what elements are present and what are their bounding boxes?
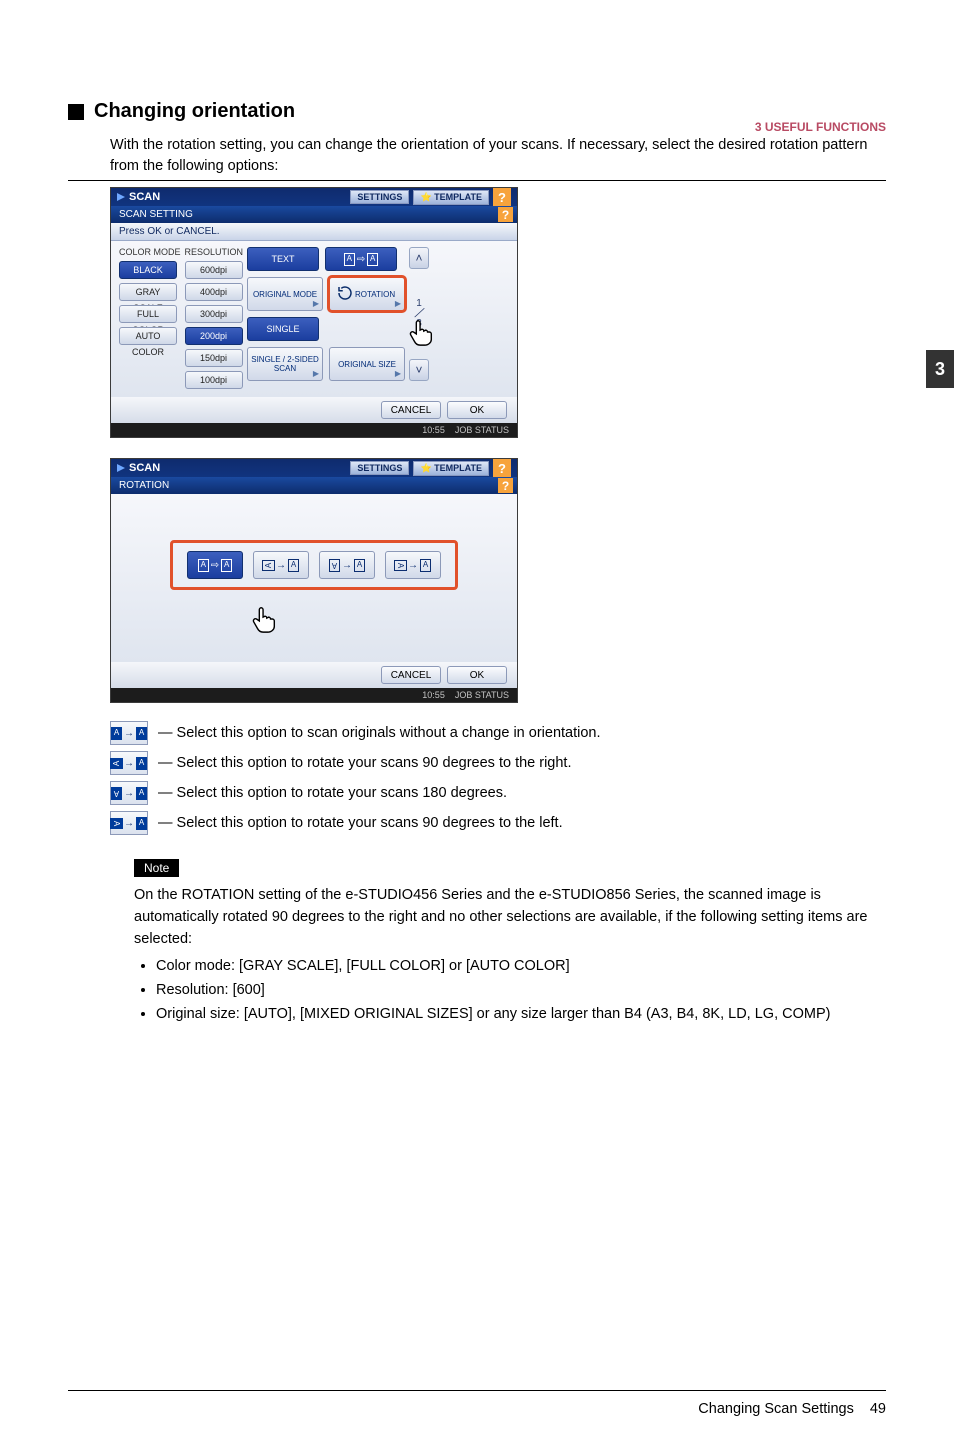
- color-mode-grayscale[interactable]: GRAY SCALE: [119, 283, 177, 301]
- color-mode-autocolor[interactable]: AUTO COLOR: [119, 327, 177, 345]
- help-icon[interactable]: ?: [493, 188, 511, 206]
- settings-button[interactable]: SETTINGS: [350, 461, 409, 475]
- chapter-header: 3 USEFUL FUNCTIONS: [755, 120, 886, 134]
- dialog-footer: CANCEL OK: [111, 397, 517, 423]
- instruction-text: Press OK or CANCEL.: [111, 223, 517, 241]
- page-scroll: ˄ 1╱3 ˅: [409, 247, 429, 389]
- chapter-tab: 3: [926, 350, 954, 388]
- window-titlebar: SCAN SETTINGS ⭐ TEMPLATE ?: [111, 459, 517, 477]
- job-status-button[interactable]: JOB STATUS: [455, 425, 509, 435]
- screenshot-rotation: SCAN SETTINGS ⭐ TEMPLATE ? ROTATION ? A⇨…: [110, 458, 518, 703]
- note-bullet-2: Resolution: [600]: [156, 980, 886, 1002]
- page-footer: Changing Scan Settings 49: [68, 1390, 886, 1417]
- legend-icon-none: A→A: [110, 721, 148, 745]
- legend-text-180: — Select this option to rotate your scan…: [158, 785, 507, 801]
- scroll-down-button[interactable]: ˅: [409, 359, 429, 381]
- scroll-up-button[interactable]: ˄: [409, 247, 429, 269]
- legend-icon-90r: A→A: [110, 751, 148, 775]
- note-bullet-3: Original size: [AUTO], [MIXED ORIGINAL S…: [156, 1004, 886, 1026]
- scan-arrow-icon: [117, 193, 125, 201]
- rotation-preview[interactable]: A⇨A: [325, 247, 397, 271]
- window-titlebar: SCAN SETTINGS ⭐ TEMPLATE ?: [111, 188, 517, 206]
- screenshot-scan-setting: SCAN SETTINGS ⭐ TEMPLATE ? SCAN SETTING …: [110, 187, 518, 438]
- rotation-90-left[interactable]: A→A: [385, 551, 441, 579]
- help-icon[interactable]: ?: [498, 478, 513, 493]
- status-time: 10:55: [422, 690, 445, 700]
- status-bar: 10:55 JOB STATUS: [111, 423, 517, 437]
- window-subtitle-bar: SCAN SETTING ?: [111, 206, 517, 223]
- text-button[interactable]: TEXT: [247, 247, 319, 271]
- single-button[interactable]: SINGLE: [247, 317, 319, 341]
- rotation-button[interactable]: ROTATION▶: [329, 277, 405, 311]
- pointer-hand-icon: [249, 604, 279, 634]
- single-2sided-button[interactable]: SINGLE / 2-SIDED SCAN▶: [247, 347, 323, 381]
- legend-icon-180: A→A: [110, 781, 148, 805]
- section-title-text: Changing orientation: [94, 100, 295, 123]
- note-body: On the ROTATION setting of the e-STUDIO4…: [134, 885, 886, 950]
- rotation-none[interactable]: A⇨A: [187, 551, 243, 579]
- original-size-button[interactable]: ORIGINAL SIZE▶: [329, 347, 405, 381]
- legend-text-90r: — Select this option to rotate your scan…: [158, 755, 571, 771]
- settings-button[interactable]: SETTINGS: [350, 190, 409, 204]
- page-indicator: 1╱3: [416, 299, 422, 329]
- cancel-button[interactable]: CANCEL: [381, 401, 441, 419]
- resolution-300[interactable]: 300dpi: [185, 305, 243, 323]
- resolution-400[interactable]: 400dpi: [185, 283, 243, 301]
- window-title: SCAN: [129, 462, 160, 474]
- color-mode-black[interactable]: BLACK: [119, 261, 177, 279]
- resolution-200[interactable]: 200dpi: [185, 327, 243, 345]
- resolution-150[interactable]: 150dpi: [185, 349, 243, 367]
- legend-text-90l: — Select this option to rotate your scan…: [158, 815, 563, 831]
- help-icon[interactable]: ?: [498, 207, 513, 222]
- job-status-button[interactable]: JOB STATUS: [455, 690, 509, 700]
- color-mode-label: COLOR MODE: [119, 247, 181, 257]
- rotation-legend: A→A — Select this option to scan origina…: [110, 721, 886, 835]
- template-button[interactable]: ⭐ TEMPLATE: [413, 190, 489, 205]
- section-intro: With the rotation setting, you can chang…: [110, 135, 886, 177]
- rotation-90-right[interactable]: A→A: [253, 551, 309, 579]
- legend-text-none: — Select this option to scan originals w…: [158, 725, 601, 741]
- window-subtitle: ROTATION: [119, 480, 169, 491]
- status-time: 10:55: [422, 425, 445, 435]
- square-bullet-icon: [68, 104, 84, 120]
- window-title: SCAN: [129, 191, 160, 203]
- resolution-100[interactable]: 100dpi: [185, 371, 243, 389]
- resolution-600[interactable]: 600dpi: [185, 261, 243, 279]
- cancel-button[interactable]: CANCEL: [381, 666, 441, 684]
- ok-button[interactable]: OK: [447, 401, 507, 419]
- resolution-column: RESOLUTION 600dpi 400dpi 300dpi 200dpi 1…: [185, 247, 244, 389]
- legend-icon-90l: A→A: [110, 811, 148, 835]
- footer-section: Changing Scan Settings: [698, 1401, 854, 1417]
- status-bar: 10:55 JOB STATUS: [111, 688, 517, 702]
- footer-page-number: 49: [870, 1401, 886, 1417]
- note-bullet-1: Color mode: [GRAY SCALE], [FULL COLOR] o…: [156, 956, 886, 978]
- resolution-label: RESOLUTION: [185, 247, 244, 257]
- dialog-footer: CANCEL OK: [111, 662, 517, 688]
- rotation-options-group: A⇨A A→A A→A A→A: [170, 540, 458, 590]
- color-mode-fullcolor[interactable]: FULL COLOR: [119, 305, 177, 323]
- note-label: Note: [134, 859, 179, 877]
- window-subtitle-bar: ROTATION ?: [111, 477, 517, 494]
- help-icon[interactable]: ?: [493, 459, 511, 477]
- rotation-180[interactable]: A→A: [319, 551, 375, 579]
- scan-arrow-icon: [117, 464, 125, 472]
- window-subtitle: SCAN SETTING: [119, 209, 193, 220]
- rotate-arrow-icon: [336, 284, 354, 302]
- ok-button[interactable]: OK: [447, 666, 507, 684]
- color-mode-column: COLOR MODE BLACK GRAY SCALE FULL COLOR A…: [119, 247, 181, 389]
- original-mode-button[interactable]: ORIGINAL MODE▶: [247, 277, 323, 311]
- template-button[interactable]: ⭐ TEMPLATE: [413, 461, 489, 476]
- header-rule: [68, 180, 886, 181]
- note-block: Note On the ROTATION setting of the e-ST…: [134, 859, 886, 1026]
